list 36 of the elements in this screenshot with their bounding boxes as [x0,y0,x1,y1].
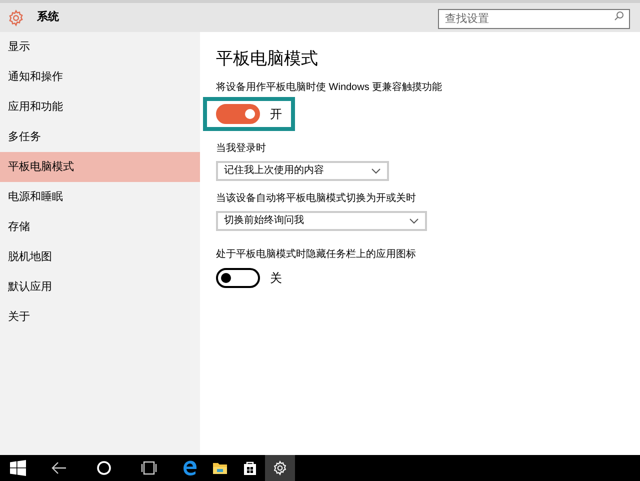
search-icon [614,10,624,20]
sidebar-item[interactable]: 平板电脑模式 [0,152,200,182]
toggle-switch[interactable] [216,104,260,124]
dropdown[interactable]: 切换前始终询问我 [216,210,427,230]
back-arrow-icon [50,460,66,476]
page-title: 平板电脑模式 [216,48,319,70]
sidebar-item[interactable]: 存储 [0,212,200,242]
chevron-down-icon [409,216,419,224]
task-view-icon [140,460,156,476]
toggle-state-label: 关 [270,270,282,286]
toggle-switch[interactable] [216,268,260,288]
browser-e-icon [182,460,198,476]
window-title: 系统 [37,10,59,26]
circle-icon [96,460,112,476]
setting-label: 将设备用作平板电脑时使 Windows 更兼容触摸功能 [216,80,444,94]
chevron-down-icon [371,166,381,174]
sidebar-item[interactable]: 应用和功能 [0,92,200,122]
sidebar-item[interactable]: 显示 [0,32,200,62]
shopping-bag-icon [242,460,258,476]
windows-logo-icon [10,460,26,476]
sidebar-item[interactable]: 默认应用 [0,272,200,302]
sidebar-item[interactable]: 关于 [0,302,200,332]
sidebar-item[interactable]: 脱机地图 [0,242,200,272]
toggle-state-label: 开 [270,106,282,122]
search-field[interactable]: 查找设置 [438,8,630,28]
setting-label: 当我登录时 [216,142,267,156]
sidebar-item[interactable]: 电源和睡眠 [0,182,200,212]
setting-label: 当该设备自动将平板电脑模式切换为开或关时 [216,192,417,206]
taskbar-button[interactable] [265,455,295,481]
dropdown[interactable]: 记住我上次使用的内容 [216,160,389,180]
folder-icon [212,460,228,476]
sidebar-item[interactable]: 多任务 [0,122,200,152]
setting-label: 处于平板电脑模式时隐藏任务栏上的应用图标 [216,248,417,262]
gear-icon [7,8,25,26]
gear-icon [272,460,288,476]
sidebar-item[interactable]: 通知和操作 [0,62,200,92]
